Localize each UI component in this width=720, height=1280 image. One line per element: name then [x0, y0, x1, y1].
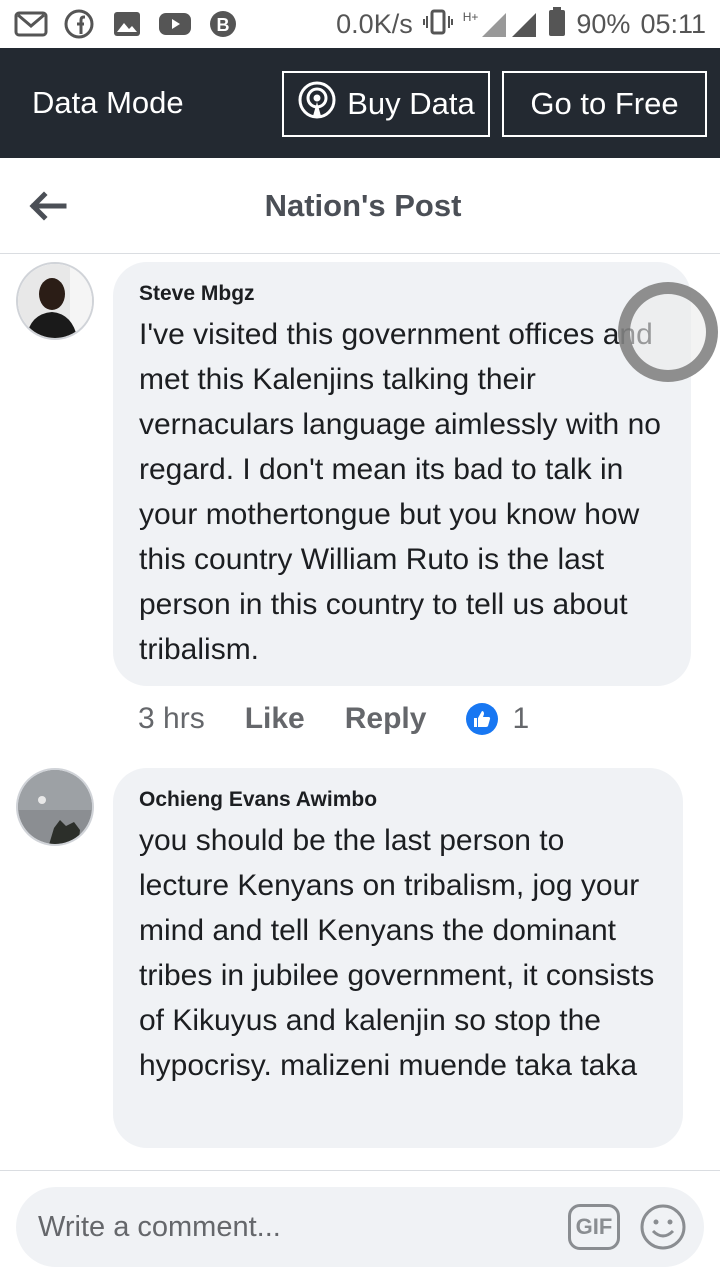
facebook-icon — [62, 9, 96, 39]
comment-composer: GIF — [16, 1187, 704, 1267]
buy-data-button[interactable]: Buy Data — [282, 71, 490, 137]
comment-actions: 3 hrs Like Reply 1 — [138, 702, 529, 736]
vibrate-icon — [422, 8, 453, 41]
reply-button[interactable]: Reply — [345, 702, 427, 736]
youtube-icon — [158, 9, 192, 39]
go-to-free-button[interactable]: Go to Free — [502, 71, 707, 137]
comment-author[interactable]: Steve Mbgz — [139, 282, 665, 306]
comment-composer-bar: GIF — [0, 1170, 720, 1280]
battery-icon — [548, 6, 566, 42]
comment-text: you should be the last person to lecture… — [139, 824, 655, 1082]
go-to-free-label: Go to Free — [530, 86, 679, 121]
data-mode-bar: Data Mode Buy Data Go to Free — [0, 48, 720, 158]
comment-bubble: Ochieng Evans Awimbo you should be the l… — [113, 768, 683, 1148]
post-header: Nation's Post — [0, 158, 720, 254]
page-title: Nation's Post — [264, 188, 462, 223]
like-button[interactable]: Like — [245, 702, 305, 736]
network-speed: 0.0K/s — [336, 8, 413, 39]
reaction-count[interactable]: 1 — [512, 702, 529, 736]
gif-button[interactable]: GIF — [568, 1204, 620, 1250]
gif-label: GIF — [575, 1214, 613, 1239]
battery-percent: 90% — [576, 8, 631, 39]
gmail-icon — [14, 9, 48, 39]
gallery-icon — [110, 9, 144, 39]
svg-text:B: B — [217, 15, 230, 35]
avatar[interactable] — [16, 768, 94, 846]
floating-touch-indicator[interactable] — [618, 282, 718, 382]
comment-text: I've visited this government offices and… — [139, 318, 661, 666]
status-bar: B 0.0K/s H+ 90% 05:11 — [0, 0, 720, 48]
avatar[interactable] — [16, 262, 94, 340]
comment-time: 3 hrs — [138, 702, 205, 735]
thumbs-up-icon[interactable] — [466, 703, 499, 735]
comment-input[interactable] — [38, 1210, 558, 1244]
comment-author[interactable]: Ochieng Evans Awimbo — [139, 788, 657, 812]
broadcast-icon — [297, 80, 337, 128]
clock: 05:11 — [640, 8, 706, 39]
data-mode-title: Data Mode — [32, 85, 184, 120]
notification-icons: B — [14, 9, 240, 39]
emoji-icon[interactable] — [638, 1202, 688, 1252]
bitcoin-icon: B — [206, 9, 240, 39]
status-right: 0.0K/s H+ 90% 05:11 — [336, 6, 706, 42]
comment-bubble: Steve Mbgz I've visited this government … — [113, 262, 691, 686]
buy-data-label: Buy Data — [347, 86, 475, 121]
network-type: H+ — [462, 10, 479, 24]
signal-icon: H+ — [463, 11, 539, 37]
